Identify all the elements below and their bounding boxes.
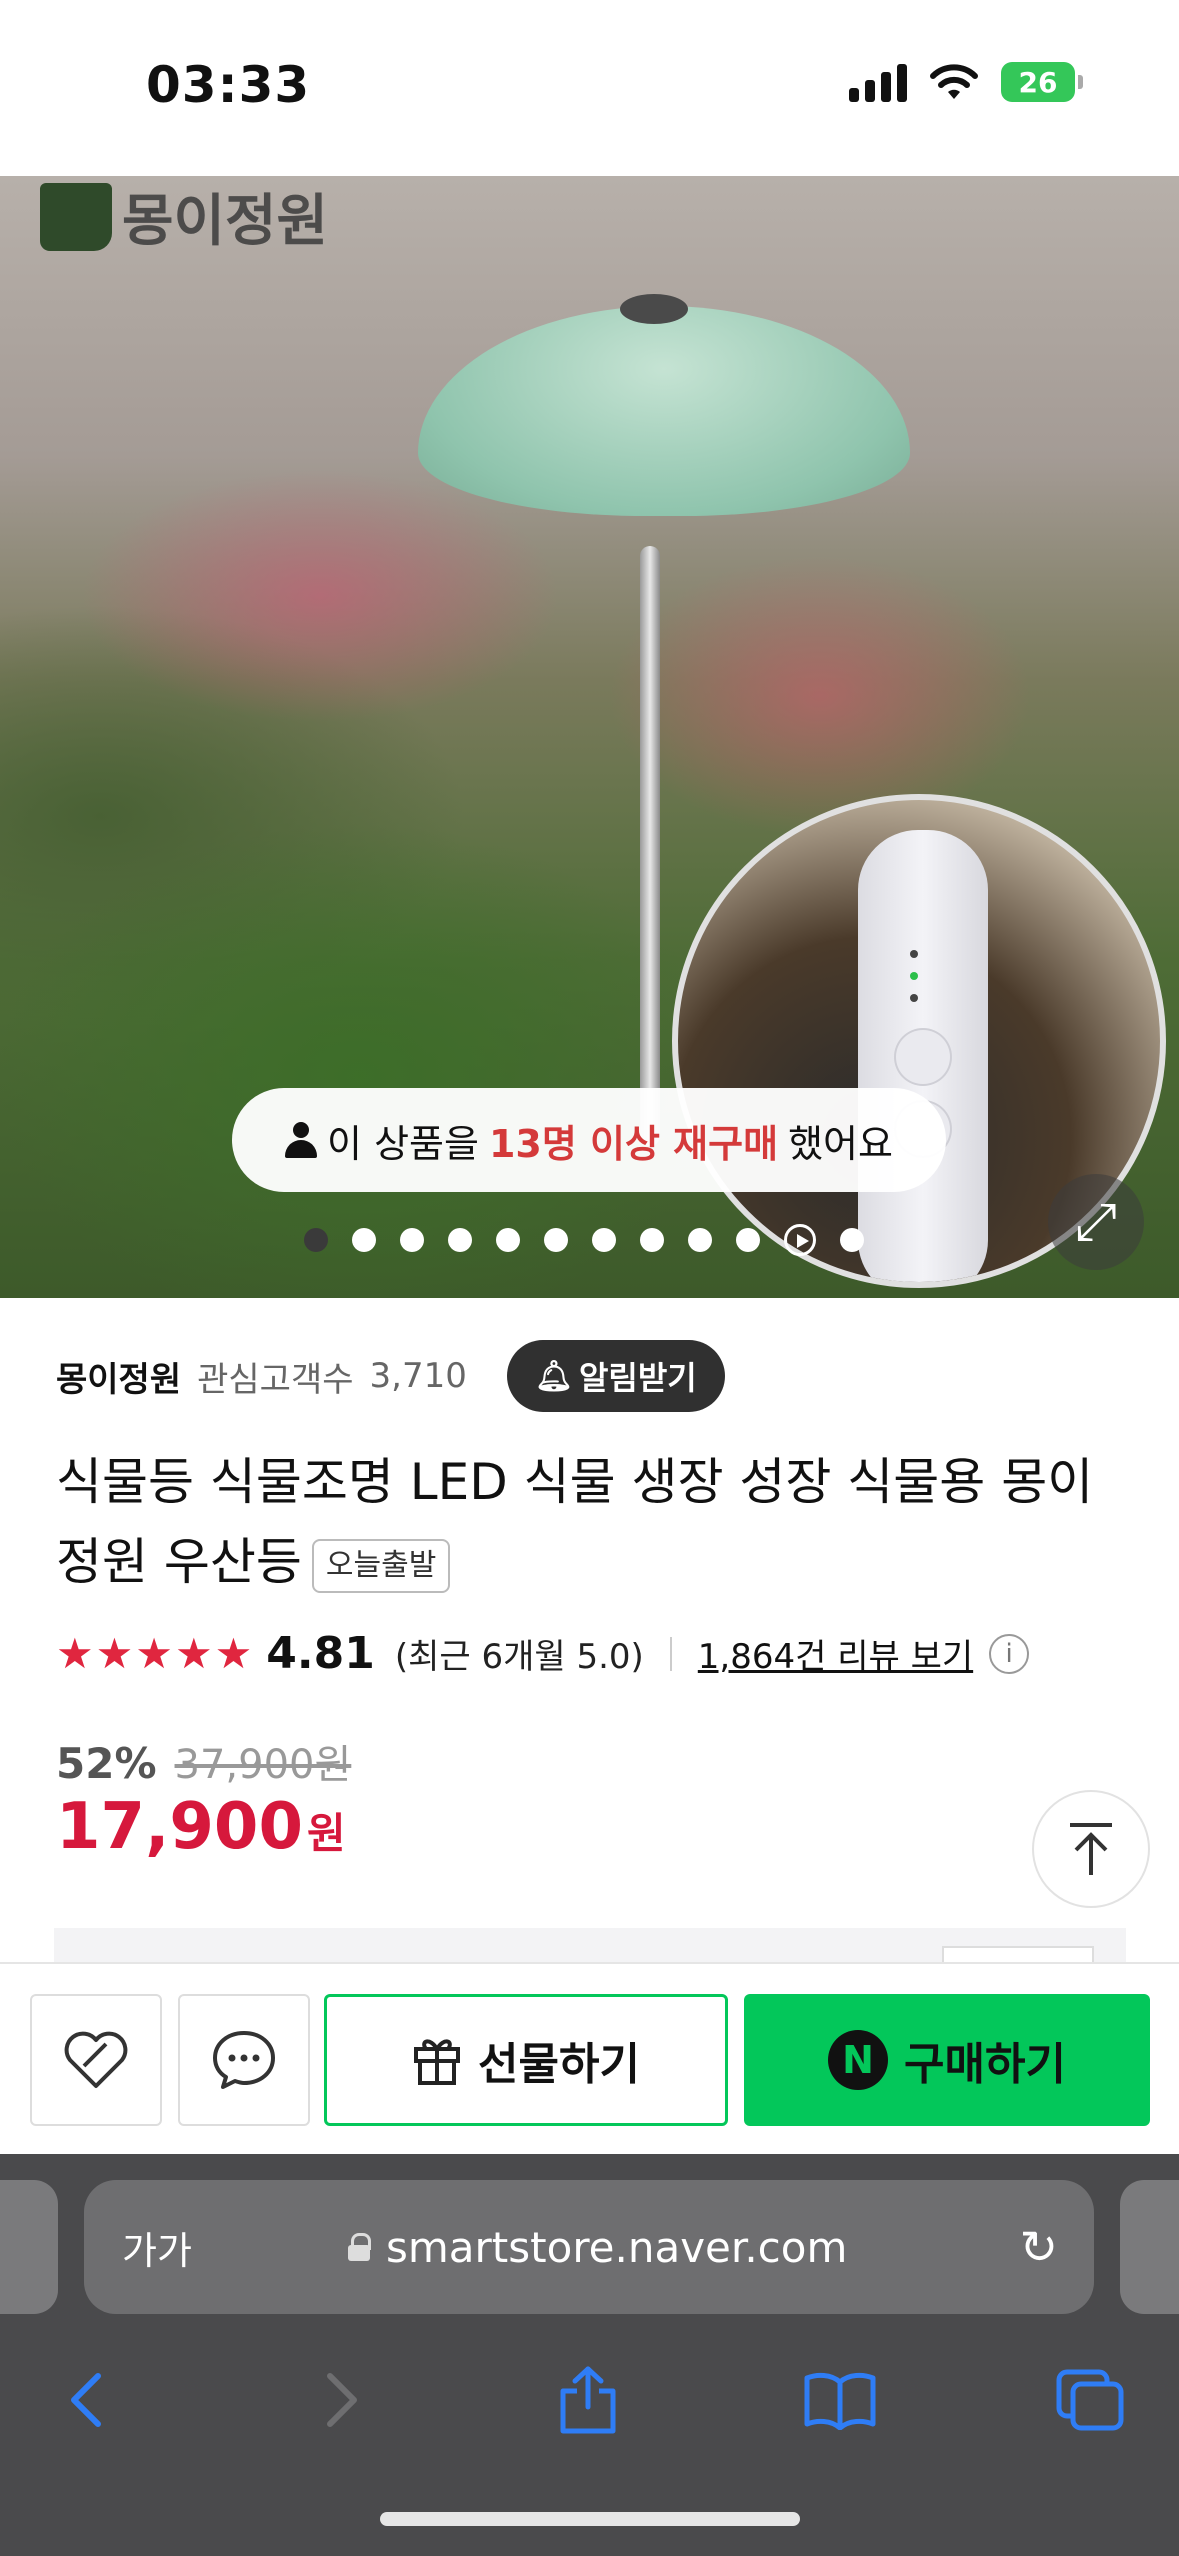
- store-name[interactable]: 몽이정원: [56, 1352, 181, 1401]
- rating-score: 4.81: [266, 1628, 375, 1679]
- rebuy-banner: 이 상품을 13명 이상 재구매 했어요: [232, 1088, 946, 1192]
- address-bar[interactable]: 가가 smartstore.naver.com ↻: [84, 2180, 1094, 2314]
- gift-button[interactable]: 선물하기: [324, 1994, 728, 2126]
- url-display[interactable]: smartstore.naver.com: [348, 2223, 847, 2272]
- lamp-top: [620, 294, 688, 324]
- purchase-action-bar: 선물하기 N 구매하기: [0, 1962, 1179, 2154]
- browser-nav: [0, 2350, 1179, 2460]
- battery-level: 26: [1001, 62, 1075, 102]
- gift-label: 선물하기: [478, 2039, 640, 2090]
- carousel-dot[interactable]: [640, 1228, 664, 1252]
- reload-icon[interactable]: ↻: [1019, 2220, 1058, 2274]
- buy-label: 구매하기: [904, 2039, 1066, 2090]
- carousel-dot[interactable]: [352, 1228, 376, 1252]
- brand-logo: 몽이정원: [40, 176, 328, 257]
- follower-count: 3,710: [369, 1356, 467, 1396]
- carousel-dot[interactable]: [448, 1228, 472, 1252]
- lamp-stem: [640, 546, 660, 1146]
- expand-icon[interactable]: ⤢: [1048, 1174, 1144, 1270]
- store-info: 몽이정원 관심고객수 3,710 🔔︎ 알림받기: [56, 1340, 725, 1412]
- rebuy-highlight: 13명 이상 재구매: [488, 1121, 779, 1166]
- carousel-pagination: [304, 1224, 864, 1256]
- divider: [669, 1636, 672, 1671]
- sale-price: 17,900: [56, 1790, 303, 1864]
- original-price: 37,900원: [174, 1742, 352, 1788]
- chevron-left-icon: [71, 2373, 101, 2427]
- home-indicator: [380, 2512, 800, 2526]
- carousel-dot[interactable]: [400, 1228, 424, 1252]
- next-tab-peek[interactable]: [1120, 2180, 1179, 2314]
- carousel-dot[interactable]: [840, 1228, 864, 1252]
- carousel-dot[interactable]: [688, 1228, 712, 1252]
- gift-icon: [414, 2039, 461, 2085]
- rebuy-prefix: 이 상품을: [327, 1121, 479, 1166]
- battery-icon: 26: [1001, 62, 1083, 102]
- book-icon: [804, 2372, 876, 2430]
- info-icon[interactable]: i: [989, 1633, 1030, 1674]
- product-title-text: 식물등 식물조명 LED 식물 생장 성장 식물용 몽이정원 우산등: [56, 1453, 1094, 1591]
- follower-label: 관심고객수: [197, 1359, 354, 1400]
- tabs-button[interactable]: [1040, 2350, 1140, 2450]
- product-title: 식물등 식물조명 LED 식물 생장 성장 식물용 몽이정원 우산등 오늘출발: [56, 1442, 1126, 1602]
- wish-button[interactable]: [30, 1994, 162, 2126]
- status-bar: 03:33 26: [0, 0, 1179, 176]
- tabs-icon: [1056, 2369, 1124, 2431]
- naver-pay-icon: N: [828, 2030, 889, 2090]
- chevron-right-icon: [327, 2373, 357, 2427]
- carousel-dot[interactable]: [304, 1228, 328, 1252]
- bookmarks-button[interactable]: [790, 2350, 890, 2450]
- page-settings-button[interactable]: 가가: [122, 2220, 192, 2275]
- discount-rate: 52%: [56, 1739, 157, 1788]
- heart-tag-icon: [64, 2031, 128, 2088]
- notify-button[interactable]: 🔔︎ 알림받기: [506, 1340, 725, 1412]
- carousel-dot[interactable]: [592, 1228, 616, 1252]
- forward-button[interactable]: [292, 2350, 392, 2450]
- previous-tab-peek[interactable]: [0, 2180, 58, 2314]
- rating-row: ★★★★★ 4.81 (최근 6개월 5.0) 1,864건 리뷰 보기 i: [56, 1628, 1030, 1679]
- carousel-dot[interactable]: [544, 1228, 568, 1252]
- carousel-dot[interactable]: [736, 1228, 760, 1252]
- status-time: 03:33: [146, 56, 311, 114]
- share-button[interactable]: [538, 2350, 638, 2450]
- wifi-icon: [930, 64, 978, 99]
- chat-bubble-icon: [213, 2031, 275, 2089]
- video-play-icon[interactable]: [784, 1224, 816, 1256]
- arrow-up-icon: [1070, 1823, 1112, 1875]
- review-link[interactable]: 1,864건 리뷰 보기: [698, 1629, 973, 1678]
- notify-label: 알림받기: [578, 1359, 697, 1397]
- product-image-carousel[interactable]: 몽이정원 이 상품을 13명 이상 재구매 했어요 ⤢: [0, 176, 1179, 1298]
- lamp-head: [418, 306, 910, 516]
- status-icons: 26: [849, 62, 1083, 102]
- person-icon: [285, 1122, 318, 1158]
- rebuy-suffix: 했어요: [788, 1121, 893, 1166]
- discount-row: 52% 37,900원: [56, 1732, 351, 1790]
- buy-button[interactable]: N 구매하기: [744, 1994, 1150, 2126]
- sale-price-unit: 원: [306, 1809, 346, 1858]
- today-shipping-badge: 오늘출발: [311, 1538, 451, 1593]
- scroll-top-button[interactable]: [1032, 1790, 1150, 1908]
- url-text: smartstore.naver.com: [386, 2222, 848, 2272]
- rating-recent: (최근 6개월 5.0): [394, 1637, 644, 1677]
- share-icon: [560, 2366, 616, 2434]
- carousel-dot[interactable]: [496, 1228, 520, 1252]
- cellular-signal-icon: [849, 62, 907, 102]
- talk-button[interactable]: [178, 1994, 310, 2126]
- back-button[interactable]: [36, 2350, 136, 2450]
- browser-toolbar: 가가 smartstore.naver.com ↻: [0, 2154, 1179, 2556]
- remote-controller: [858, 830, 988, 1282]
- boot-logo-icon: [40, 182, 112, 251]
- sale-price-row: 17,900 원: [56, 1790, 346, 1864]
- star-rating-icon: ★★★★★: [56, 1629, 255, 1678]
- brand-logo-text: 몽이정원: [122, 189, 329, 254]
- bell-plus-icon: 🔔︎: [534, 1358, 573, 1394]
- lock-icon: [348, 2233, 371, 2261]
